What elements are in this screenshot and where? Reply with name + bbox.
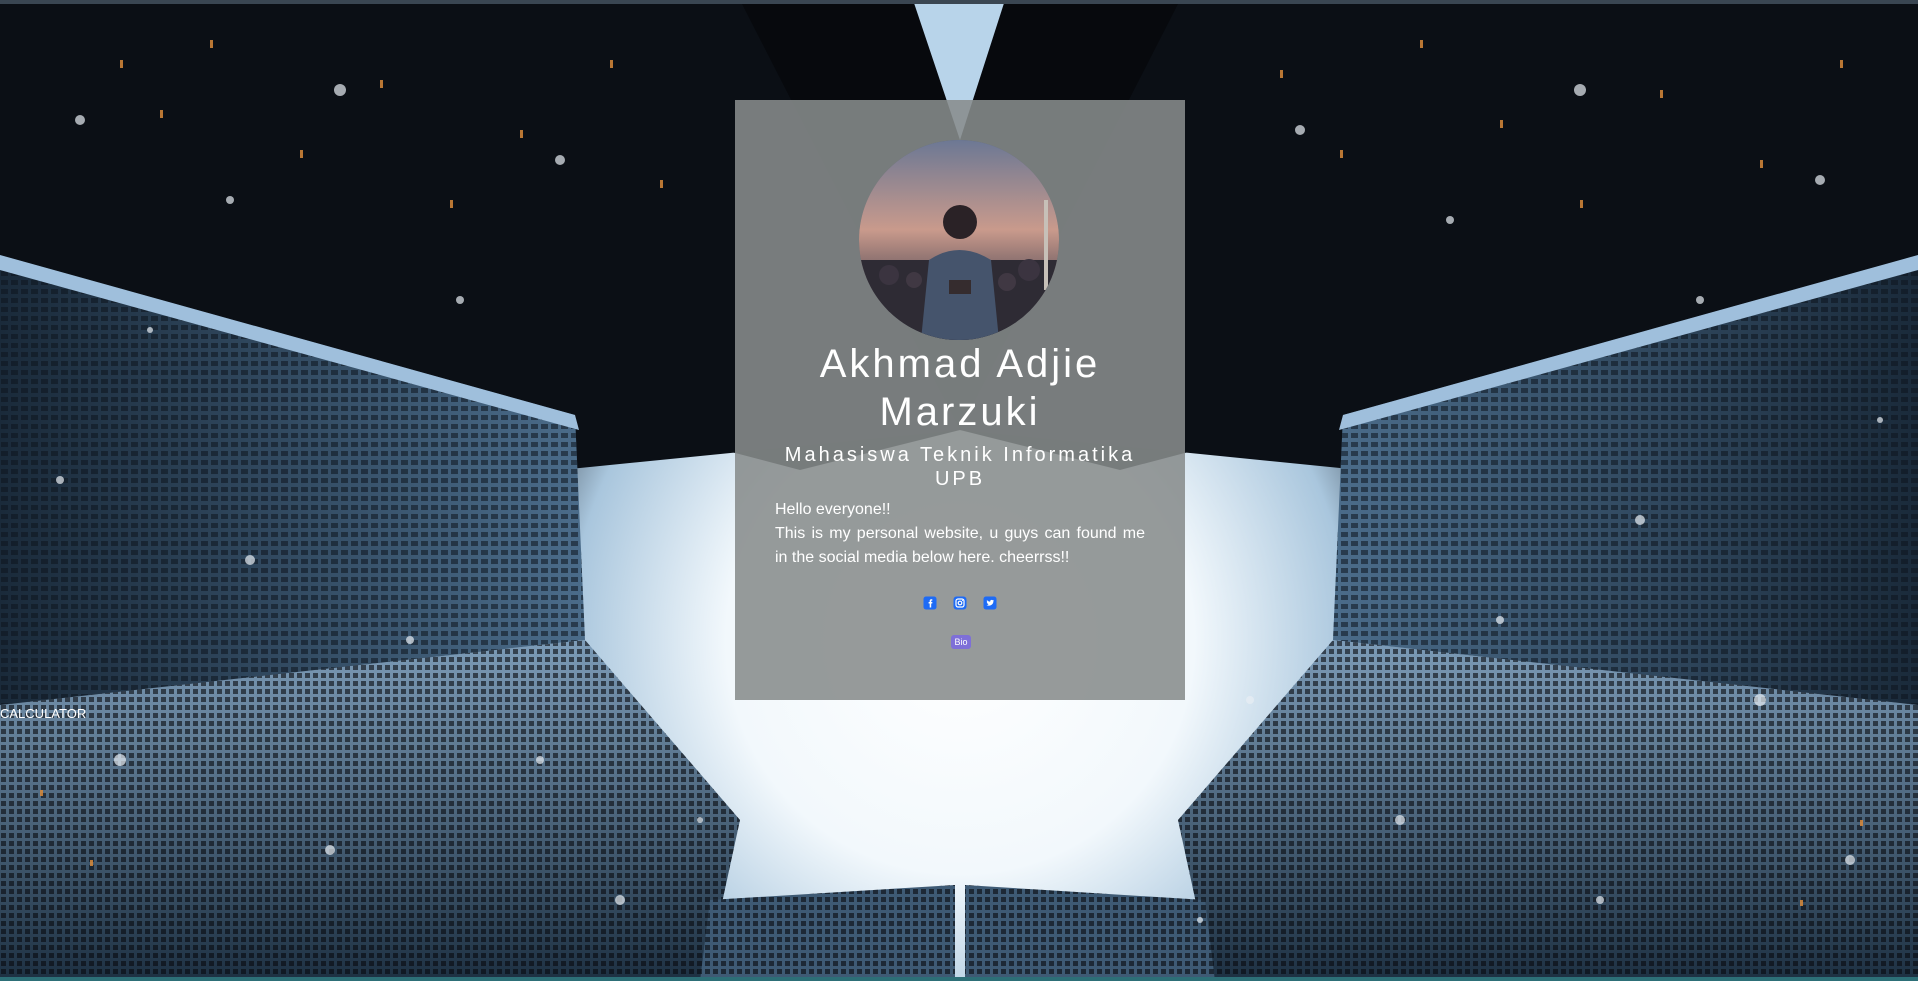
facebook-icon: [923, 596, 937, 610]
bio-button[interactable]: Bio: [951, 635, 971, 649]
profile-photo: [859, 140, 1059, 340]
profile-bio: Hello everyone!! This is my personal web…: [775, 498, 1145, 570]
bio-greeting: Hello everyone!!: [775, 501, 891, 518]
calculator-link[interactable]: CALCULATOR: [0, 706, 86, 722]
page: Akhmad Adjie Marzuki Mahasiswa Teknik In…: [0, 0, 1918, 981]
window-top-edge: [0, 0, 1918, 4]
social-links: [735, 596, 1185, 614]
instagram-icon: [953, 596, 967, 610]
facebook-link[interactable]: [923, 596, 937, 610]
profile-subtitle: Mahasiswa Teknik Informatika UPB: [784, 444, 1136, 490]
profile-name: Akhmad Adjie Marzuki: [819, 342, 1101, 434]
profile-card: Akhmad Adjie Marzuki Mahasiswa Teknik In…: [735, 100, 1185, 700]
twitter-link[interactable]: [983, 596, 997, 610]
instagram-link[interactable]: [953, 596, 967, 610]
profile-photo-image: [859, 140, 1059, 340]
window-bottom-edge: [0, 977, 1918, 981]
twitter-icon: [983, 596, 997, 610]
bio-text: This is my personal website, u guys can …: [775, 525, 1145, 566]
